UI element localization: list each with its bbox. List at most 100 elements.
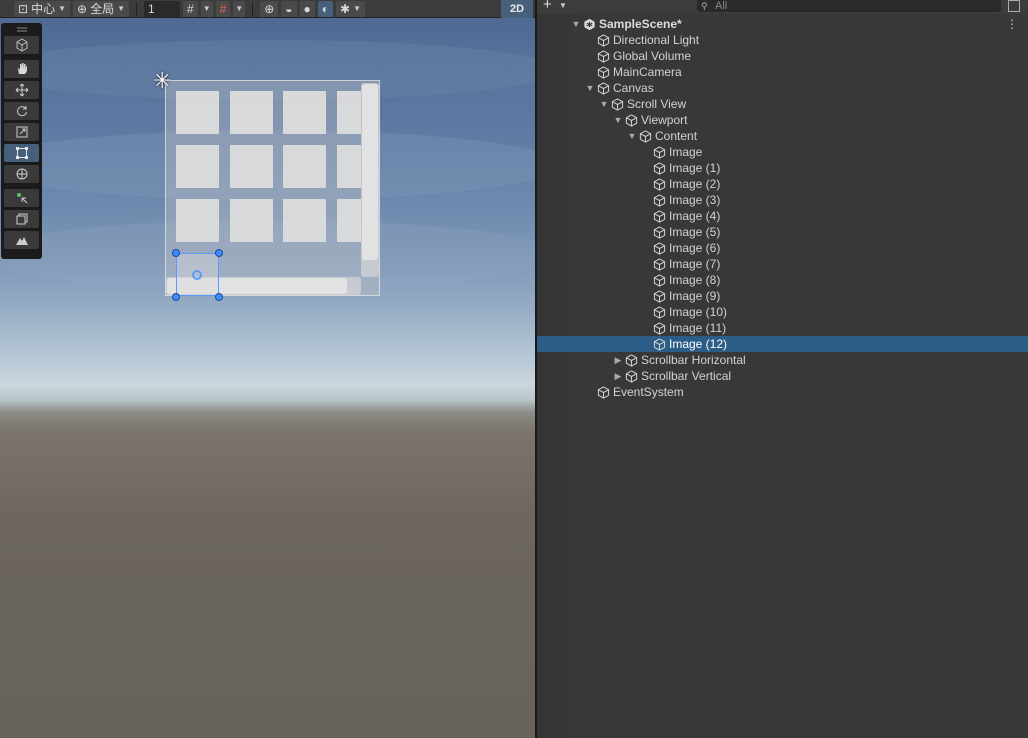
move-tool[interactable]	[4, 81, 39, 99]
hierarchy-row[interactable]: Image (11)	[537, 320, 1028, 336]
gameobject-cube-icon	[653, 258, 666, 271]
hierarchy-row[interactable]: ▼ Scroll View	[537, 96, 1028, 112]
hierarchy-row[interactable]: ▼ Content	[537, 128, 1028, 144]
hierarchy-row[interactable]: Image (3)	[537, 192, 1028, 208]
tool-palette	[1, 23, 42, 259]
hierarchy-row[interactable]: ▶ Scrollbar Vertical	[537, 368, 1028, 384]
expand-arrow-icon[interactable]: ▼	[585, 80, 595, 96]
chevron-down-icon[interactable]: ▼	[559, 1, 567, 10]
grid-image[interactable]	[283, 199, 326, 242]
increment-snap-button[interactable]: #	[215, 0, 231, 17]
grid-dropdown[interactable]: ▼	[200, 0, 213, 17]
hierarchy-row[interactable]: Image (8)	[537, 272, 1028, 288]
grid-image[interactable]	[283, 91, 326, 134]
custom-tool-icon	[16, 193, 27, 204]
wireframe-button[interactable]: ⊕	[260, 0, 279, 17]
rect-handle-bottom-right[interactable]	[215, 293, 223, 301]
expand-arrow-icon[interactable]: ▼	[599, 96, 609, 112]
grid-image[interactable]	[230, 91, 273, 134]
collapse-arrow-icon[interactable]: ▶	[613, 368, 623, 384]
lock-icon[interactable]	[1008, 0, 1020, 12]
chevron-down-icon: ▼	[117, 4, 125, 13]
snap-dropdown[interactable]: ▼	[233, 0, 246, 17]
chevron-down-icon: ▼	[58, 4, 66, 13]
collapse-arrow-icon[interactable]: ▶	[613, 352, 623, 368]
grid-image[interactable]	[176, 91, 219, 134]
hierarchy-row[interactable]: Image (9)	[537, 288, 1028, 304]
hierarchy-row[interactable]: EventSystem	[537, 384, 1028, 400]
hierarchy-row[interactable]: ▼ Canvas	[537, 80, 1028, 96]
rect-handle-top-left[interactable]	[172, 249, 180, 257]
snap-icon: #	[219, 1, 227, 16]
scale-tool[interactable]	[4, 123, 39, 141]
chevron-down-icon: ▼	[353, 4, 362, 13]
custom-tool[interactable]	[4, 189, 39, 207]
vertical-scrollbar-handle[interactable]	[362, 84, 378, 260]
hierarchy-row[interactable]: ▼ Viewport	[537, 112, 1028, 128]
rect-handle-top-right[interactable]	[215, 249, 223, 257]
hierarchy-row[interactable]: MainCamera	[537, 64, 1028, 80]
hierarchy-row[interactable]: Image (6)	[537, 240, 1028, 256]
hierarchy-row[interactable]: Global Volume	[537, 48, 1028, 64]
shaded-wireframe-button[interactable]: ◒	[281, 0, 297, 17]
hierarchy-row-label: Image (6)	[669, 241, 721, 255]
hierarchy-row[interactable]: Directional Light	[537, 32, 1028, 48]
chevron-down-icon: ▼	[202, 4, 211, 13]
hierarchy-row[interactable]: ▶ Scrollbar Horizontal	[537, 352, 1028, 368]
gameobject-cube-icon	[597, 50, 610, 63]
palette-drag-handle[interactable]	[4, 25, 39, 33]
grid-image[interactable]	[283, 145, 326, 188]
global-dropdown[interactable]: ⊕ 全局 ▼	[73, 0, 129, 17]
hierarchy-row[interactable]: Image (7)	[537, 256, 1028, 272]
gameobject-cube-icon	[653, 210, 666, 223]
add-icon[interactable]: +	[543, 0, 552, 12]
lighting-button[interactable]: ◐	[317, 0, 334, 17]
rect-transform-icon	[15, 147, 28, 159]
terrain-tool[interactable]	[4, 231, 39, 249]
hierarchy-row[interactable]: Image (10)	[537, 304, 1028, 320]
hierarchy-panel: + ▼ ⚲ All ▼ SampleScene* ⋮ Directional Ligh…	[537, 0, 1028, 738]
transform-tool[interactable]	[4, 165, 39, 183]
hierarchy-row[interactable]: ▼ SampleScene* ⋮	[537, 16, 1028, 32]
scene-toolbar: ⊡ 中心 ▼ ⊕ 全局 ▼ 1 # ▼ # ▼ ⊕ ◒ ● ◐ ✱ ▼ 2D	[0, 0, 535, 18]
grid-image[interactable]	[337, 145, 361, 188]
hierarchy-search-input[interactable]: ⚲ All	[697, 0, 1001, 12]
expand-arrow-icon[interactable]: ▼	[571, 16, 581, 32]
expand-arrow-icon[interactable]: ▼	[627, 128, 637, 144]
grid-image[interactable]	[176, 199, 219, 242]
hierarchy-row-label: Scrollbar Horizontal	[641, 353, 746, 367]
pivot-dropdown[interactable]: ⊡ 中心 ▼	[14, 0, 70, 17]
component-tool[interactable]	[4, 210, 39, 228]
grid-image[interactable]	[230, 199, 273, 242]
grid-snap-button[interactable]: #	[183, 0, 198, 17]
hierarchy-row[interactable]: Image (2)	[537, 176, 1028, 192]
2d-mode-button[interactable]: 2D	[501, 0, 533, 18]
hand-tool[interactable]	[4, 60, 39, 78]
scene-view[interactable]: ⊡ 中心 ▼ ⊕ 全局 ▼ 1 # ▼ # ▼ ⊕ ◒ ● ◐ ✱ ▼ 2D ✳	[0, 0, 535, 738]
snap-increment-field[interactable]: 1	[144, 0, 180, 17]
debug-draw-button[interactable]: ✱ ▼	[336, 0, 366, 17]
grid-image[interactable]	[230, 145, 273, 188]
expand-arrow-icon[interactable]: ▼	[613, 112, 623, 128]
hierarchy-row-label: Content	[655, 129, 698, 143]
component-icon	[16, 213, 27, 225]
hierarchy-row[interactable]: Image	[537, 144, 1028, 160]
grid-image[interactable]	[337, 199, 361, 242]
grid-image[interactable]	[176, 145, 219, 188]
hierarchy-row-label: Scrollbar Vertical	[641, 369, 732, 383]
pivot-handle[interactable]	[192, 270, 202, 280]
shaded-button[interactable]: ●	[299, 0, 315, 17]
rotate-tool[interactable]	[4, 102, 39, 120]
rect-handle-bottom-left[interactable]	[172, 293, 180, 301]
hierarchy-row[interactable]: Image (5)	[537, 224, 1028, 240]
rect-tool[interactable]	[4, 144, 39, 162]
search-placeholder: All	[715, 0, 728, 12]
view-tool[interactable]	[4, 36, 39, 54]
more-options-icon[interactable]: ⋮	[1006, 16, 1018, 32]
gameobject-cube-icon	[653, 226, 666, 239]
grid-image[interactable]	[337, 91, 361, 134]
hierarchy-row[interactable]: Image (1)	[537, 160, 1028, 176]
hierarchy-row[interactable]: Image (4)	[537, 208, 1028, 224]
drag-handle-icon	[16, 27, 27, 32]
hierarchy-row[interactable]: Image (12)	[537, 336, 1028, 352]
